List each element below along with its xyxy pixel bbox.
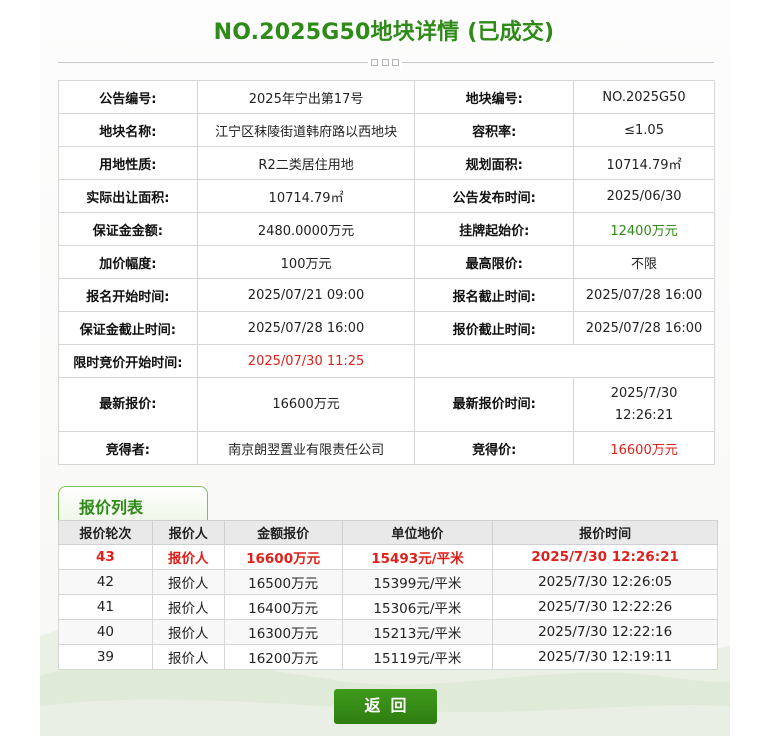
bid-bidder: 报价人 bbox=[151, 544, 225, 570]
detail-row: 报名开始时间: 2025/07/21 09:00 报名截止时间: 2025/07… bbox=[58, 278, 715, 312]
detail-row: 限时竞价开始时间: 2025/07/30 11:25 bbox=[58, 344, 715, 378]
price-cap-value: 不限 bbox=[573, 245, 715, 279]
bid-deadline-label: 报价截止时间: bbox=[414, 311, 575, 345]
col-round: 报价轮次 bbox=[58, 520, 153, 545]
bid-time: 2025/7/30 12:19:11 bbox=[492, 644, 718, 670]
winning-price-label: 竞得价: bbox=[414, 431, 575, 465]
notice-number-label: 公告编号: bbox=[58, 80, 198, 114]
bid-unit-price: 15119元/平米 bbox=[341, 644, 494, 670]
bid-unit-price: 15493元/平米 bbox=[341, 544, 494, 570]
table-row: 39 报价人 16200万元 15119元/平米 2025/7/30 12:19… bbox=[58, 644, 718, 670]
detail-row: 最新报价: 16600万元 最新报价时间: 2025/7/30 12:26:21 bbox=[58, 377, 715, 432]
bid-round: 41 bbox=[58, 594, 153, 620]
deposit-deadline-label: 保证金截止时间: bbox=[58, 311, 198, 345]
latest-bid-time-label: 最新报价时间: bbox=[414, 377, 575, 432]
increment-label: 加价幅度: bbox=[58, 245, 198, 279]
auction-start-value: 2025/07/30 11:25 bbox=[196, 344, 416, 378]
bid-list-heading: 报价列表 bbox=[79, 498, 144, 517]
latest-bid-time-value: 2025/7/30 12:26:21 bbox=[573, 377, 715, 432]
bid-list-header-row: 报价轮次 报价人 金额报价 单位地价 报价时间 bbox=[58, 520, 718, 545]
latest-bid-date: 2025/7/30 bbox=[610, 385, 678, 401]
publish-date-label: 公告发布时间: bbox=[414, 179, 575, 213]
col-bidder: 报价人 bbox=[151, 520, 225, 545]
plot-detail-table: 公告编号: 2025年宁出第17号 地块编号: NO.2025G50 地块名称:… bbox=[58, 80, 715, 465]
col-amount: 金额报价 bbox=[223, 520, 343, 545]
plot-number-label: 地块编号: bbox=[414, 80, 575, 114]
divider-ornament bbox=[368, 56, 402, 68]
bid-amount: 16500万元 bbox=[223, 569, 343, 595]
bid-round: 39 bbox=[58, 644, 153, 670]
winner-value: 南京朗翌置业有限责任公司 bbox=[196, 431, 416, 465]
plot-name-value: 江宁区秣陵街道韩府路以西地块 bbox=[196, 113, 416, 147]
increment-value: 100万元 bbox=[196, 245, 416, 279]
detail-row: 实际出让面积: 10714.79㎡ 公告发布时间: 2025/06/30 bbox=[58, 179, 715, 213]
bid-time: 2025/7/30 12:26:21 bbox=[492, 544, 718, 570]
bid-time: 2025/7/30 12:22:16 bbox=[492, 619, 718, 645]
page-title: NO.2025G50地块详情 (已成交) bbox=[213, 20, 555, 45]
registration-end-label: 报名截止时间: bbox=[414, 278, 575, 312]
registration-start-value: 2025/07/21 09:00 bbox=[196, 278, 416, 312]
bid-amount: 16600万元 bbox=[223, 544, 343, 570]
registration-start-label: 报名开始时间: bbox=[58, 278, 198, 312]
bid-round: 40 bbox=[58, 619, 153, 645]
starting-price-value: 12400万元 bbox=[573, 212, 715, 246]
bid-list-tab: 报价列表 bbox=[58, 486, 208, 520]
bid-round: 42 bbox=[58, 569, 153, 595]
plot-ratio-label: 容积率: bbox=[414, 113, 575, 147]
planned-area-label: 规划面积: bbox=[414, 146, 575, 180]
price-cap-label: 最高限价: bbox=[414, 245, 575, 279]
bid-round: 43 bbox=[58, 544, 153, 570]
detail-row: 加价幅度: 100万元 最高限价: 不限 bbox=[58, 245, 715, 279]
table-row: 41 报价人 16400万元 15306元/平米 2025/7/30 12:22… bbox=[58, 594, 718, 620]
winning-price-value: 16600万元 bbox=[573, 431, 715, 465]
bid-unit-price: 15306元/平米 bbox=[341, 594, 494, 620]
bid-unit-price: 15399元/平米 bbox=[341, 569, 494, 595]
bid-time: 2025/7/30 12:26:05 bbox=[492, 569, 718, 595]
land-use-value: R2二类居住用地 bbox=[196, 146, 416, 180]
bid-bidder: 报价人 bbox=[151, 619, 225, 645]
starting-price-label: 挂牌起始价: bbox=[414, 212, 575, 246]
bid-bidder: 报价人 bbox=[151, 594, 225, 620]
latest-bid-label: 最新报价: bbox=[58, 377, 198, 432]
plot-name-label: 地块名称: bbox=[58, 113, 198, 147]
detail-row: 竞得者: 南京朗翌置业有限责任公司 竞得价: 16600万元 bbox=[58, 431, 715, 465]
actual-area-label: 实际出让面积: bbox=[58, 179, 198, 213]
bid-unit-price: 15213元/平米 bbox=[341, 619, 494, 645]
auction-start-label: 限时竞价开始时间: bbox=[58, 344, 198, 378]
bid-bidder: 报价人 bbox=[151, 569, 225, 595]
bid-deadline-value: 2025/07/28 16:00 bbox=[573, 311, 715, 345]
table-row: 43 报价人 16600万元 15493元/平米 2025/7/30 12:26… bbox=[58, 544, 718, 570]
registration-end-value: 2025/07/28 16:00 bbox=[573, 278, 715, 312]
col-bid-time: 报价时间 bbox=[492, 520, 718, 545]
actual-area-value: 10714.79㎡ bbox=[196, 179, 416, 213]
table-row: 42 报价人 16500万元 15399元/平米 2025/7/30 12:26… bbox=[58, 569, 718, 595]
table-row: 40 报价人 16300万元 15213元/平米 2025/7/30 12:22… bbox=[58, 619, 718, 645]
empty-cell bbox=[414, 344, 715, 378]
bid-list-table: 报价轮次 报价人 金额报价 单位地价 报价时间 43 报价人 16600万元 1… bbox=[58, 520, 718, 670]
detail-row: 保证金金额: 2480.0000万元 挂牌起始价: 12400万元 bbox=[58, 212, 715, 246]
bid-bidder: 报价人 bbox=[151, 644, 225, 670]
winner-label: 竞得者: bbox=[58, 431, 198, 465]
planned-area-value: 10714.79㎡ bbox=[573, 146, 715, 180]
detail-row: 公告编号: 2025年宁出第17号 地块编号: NO.2025G50 bbox=[58, 80, 715, 114]
deposit-deadline-value: 2025/07/28 16:00 bbox=[196, 311, 416, 345]
publish-date-value: 2025/06/30 bbox=[573, 179, 715, 213]
back-button[interactable]: 返回 bbox=[334, 689, 437, 724]
detail-row: 用地性质: R2二类居住用地 规划面积: 10714.79㎡ bbox=[58, 146, 715, 180]
latest-bid-value: 16600万元 bbox=[196, 377, 416, 432]
deposit-amount-value: 2480.0000万元 bbox=[196, 212, 416, 246]
plot-number-value: NO.2025G50 bbox=[573, 80, 715, 114]
notice-number-value: 2025年宁出第17号 bbox=[196, 80, 416, 114]
latest-bid-clock: 12:26:21 bbox=[614, 407, 674, 423]
deposit-amount-label: 保证金金额: bbox=[58, 212, 198, 246]
plot-ratio-value: ≤1.05 bbox=[573, 113, 715, 147]
bid-amount: 16300万元 bbox=[223, 619, 343, 645]
col-unit-price: 单位地价 bbox=[341, 520, 494, 545]
detail-row: 地块名称: 江宁区秣陵街道韩府路以西地块 容积率: ≤1.05 bbox=[58, 113, 715, 147]
detail-row: 保证金截止时间: 2025/07/28 16:00 报价截止时间: 2025/0… bbox=[58, 311, 715, 345]
bid-amount: 16200万元 bbox=[223, 644, 343, 670]
bid-time: 2025/7/30 12:22:26 bbox=[492, 594, 718, 620]
land-use-label: 用地性质: bbox=[58, 146, 198, 180]
bid-amount: 16400万元 bbox=[223, 594, 343, 620]
